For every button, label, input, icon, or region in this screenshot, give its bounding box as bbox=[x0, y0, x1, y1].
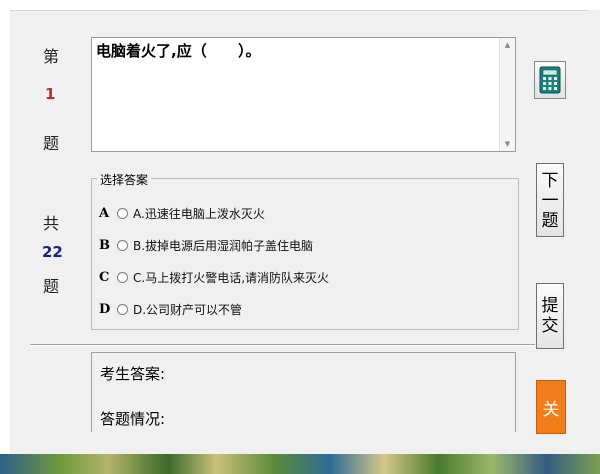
window-frame-line bbox=[10, 10, 588, 11]
result-panel: 考生答案: 答题情况: bbox=[91, 352, 516, 432]
next-button-label-3: 题 bbox=[541, 211, 559, 231]
radio-button-icon[interactable] bbox=[117, 207, 128, 219]
option-text[interactable]: C.马上拨打火警电话,请消防队来灭火 bbox=[133, 269, 329, 286]
option-letter: A bbox=[99, 205, 110, 221]
total-count: 22 bbox=[42, 243, 63, 261]
submit-button-label-1: 提 bbox=[541, 296, 559, 316]
radio-button-icon[interactable] bbox=[117, 271, 128, 283]
exam-window: 第 1 题 共 22 题 电脑着火了,应（ ）。 ▲ ▼ 选择答案 A A.迅速… bbox=[0, 0, 600, 455]
candidate-answer-label: 考生答案: bbox=[100, 365, 166, 383]
window-frame-top bbox=[0, 0, 600, 10]
next-button-label-2: 一 bbox=[541, 191, 559, 211]
total-suffix: 题 bbox=[43, 277, 60, 296]
question-number: 1 bbox=[45, 85, 56, 103]
option-a[interactable]: A A.迅速往电脑上泼水灭火 bbox=[99, 203, 265, 223]
question-prefix: 第 bbox=[43, 47, 60, 66]
option-b[interactable]: B B.拔掉电源后用湿润帕子盖住电脑 bbox=[99, 235, 313, 255]
scroll-down-icon[interactable]: ▼ bbox=[500, 140, 515, 148]
window-frame-left bbox=[0, 0, 10, 454]
total-prefix: 共 bbox=[43, 214, 60, 233]
submit-button-label-2: 交 bbox=[541, 316, 559, 336]
answer-status-label: 答题情况: bbox=[100, 410, 166, 428]
question-suffix: 题 bbox=[43, 134, 60, 153]
option-text[interactable]: B.拔掉电源后用湿润帕子盖住电脑 bbox=[133, 237, 313, 254]
option-letter: D bbox=[99, 301, 111, 317]
close-button-label: 关 bbox=[542, 400, 560, 420]
radio-button-icon[interactable] bbox=[117, 303, 128, 315]
close-button[interactable]: 关 bbox=[536, 380, 566, 434]
option-letter: B bbox=[99, 237, 110, 253]
option-text[interactable]: D.公司财产可以不管 bbox=[133, 301, 242, 318]
submit-button[interactable]: 提 交 bbox=[536, 283, 564, 349]
background-photo-strip bbox=[0, 454, 600, 474]
next-question-button[interactable]: 下 一 题 bbox=[536, 163, 564, 237]
option-letter: C bbox=[99, 269, 110, 285]
option-c[interactable]: C C.马上拨打火警电话,请消防队来灭火 bbox=[99, 267, 329, 287]
question-textbox[interactable]: 电脑着火了,应（ ）。 ▲ ▼ bbox=[91, 37, 516, 152]
next-button-label-1: 下 bbox=[541, 171, 559, 191]
calculator-button[interactable] bbox=[534, 61, 566, 99]
option-d[interactable]: D D.公司财产可以不管 bbox=[99, 299, 242, 319]
question-scrollbar[interactable]: ▲ ▼ bbox=[499, 38, 515, 151]
radio-button-icon[interactable] bbox=[117, 239, 128, 251]
divider-highlight bbox=[30, 345, 535, 346]
calculator-icon bbox=[539, 66, 561, 94]
scroll-up-icon[interactable]: ▲ bbox=[500, 41, 515, 49]
question-text: 电脑着火了,应（ ）。 bbox=[96, 42, 261, 60]
answer-group-title: 选择答案 bbox=[97, 171, 152, 188]
option-text[interactable]: A.迅速往电脑上泼水灭火 bbox=[133, 205, 265, 222]
